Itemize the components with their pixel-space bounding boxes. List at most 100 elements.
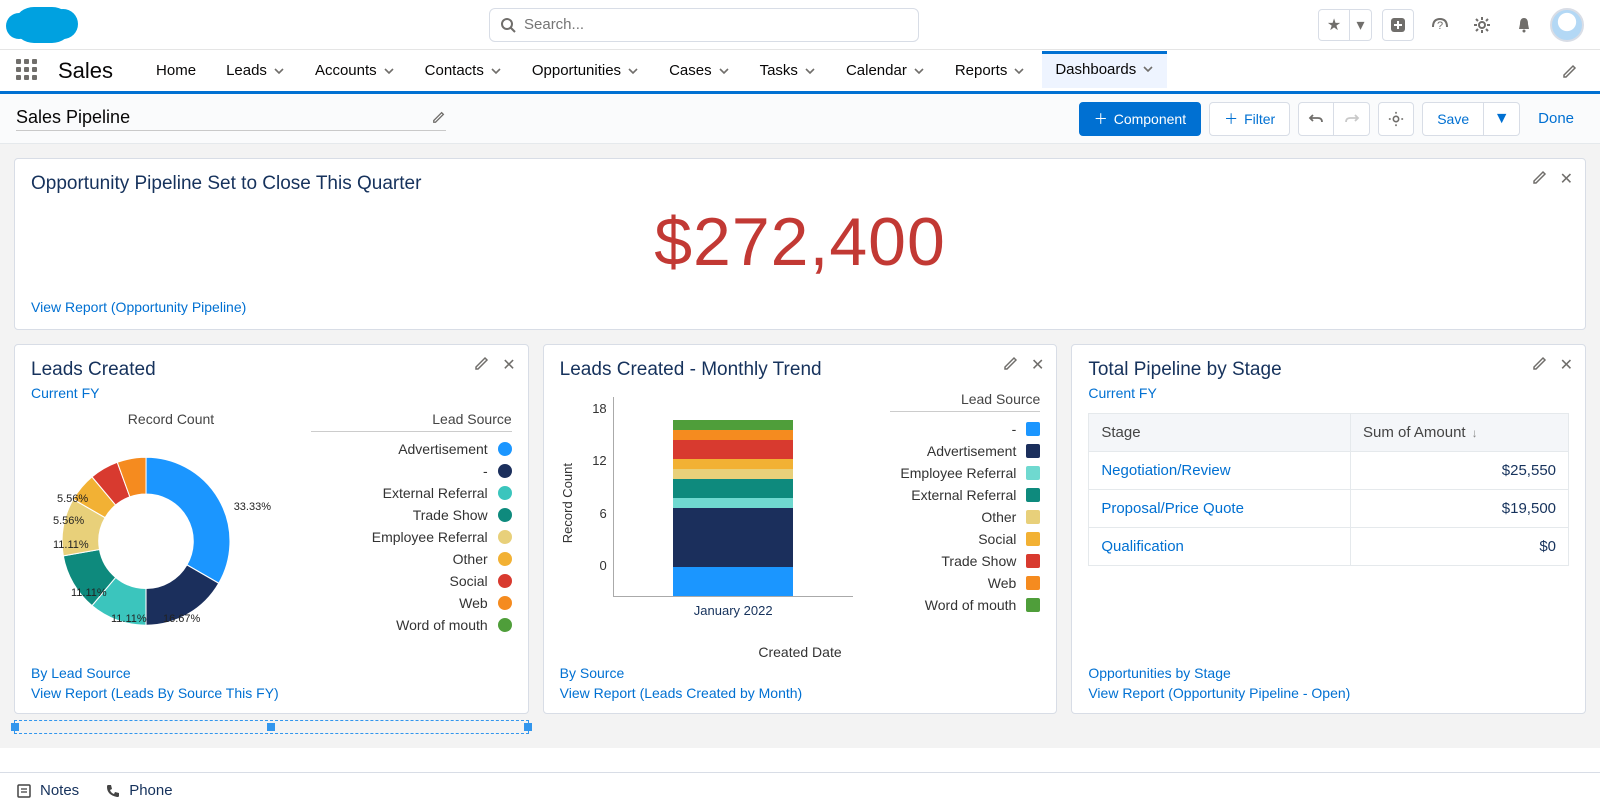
bar-segment bbox=[673, 459, 793, 469]
nav-item-leads[interactable]: Leads bbox=[213, 52, 298, 89]
card-footer-link[interactable]: By Lead Source bbox=[31, 665, 279, 681]
legend-item[interactable]: Social bbox=[311, 570, 512, 592]
legend-item[interactable]: External Referral bbox=[311, 482, 512, 504]
bar-card[interactable]: ✕ Leads Created - Monthly Trend Record C… bbox=[543, 344, 1058, 714]
utility-phone[interactable]: Phone bbox=[105, 782, 172, 799]
global-search[interactable] bbox=[489, 8, 919, 42]
table-card[interactable]: ✕ Total Pipeline by Stage Current FY Sta… bbox=[1071, 344, 1586, 714]
legend-item[interactable]: Trade Show bbox=[890, 550, 1040, 572]
chevron-down-icon[interactable] bbox=[804, 65, 816, 77]
edit-title-icon[interactable] bbox=[432, 110, 446, 124]
dashboard-toolbar: Sales Pipeline ＋Component ＋Filter Save ▼… bbox=[0, 94, 1600, 144]
table-row[interactable]: Proposal/Price Quote$19,500 bbox=[1089, 490, 1569, 528]
add-filter-button[interactable]: ＋Filter bbox=[1209, 102, 1290, 136]
nav-item-opportunities[interactable]: Opportunities bbox=[519, 52, 652, 89]
nav-item-dashboards[interactable]: Dashboards bbox=[1042, 51, 1167, 88]
edit-component-icon[interactable] bbox=[474, 355, 490, 375]
search-input[interactable] bbox=[524, 16, 908, 33]
stage-cell[interactable]: Negotiation/Review bbox=[1089, 452, 1351, 490]
stage-cell[interactable]: Qualification bbox=[1089, 528, 1351, 566]
resize-handle[interactable] bbox=[524, 723, 532, 731]
chevron-down-icon[interactable] bbox=[273, 65, 285, 77]
view-report-link[interactable]: View Report (Opportunity Pipeline) bbox=[31, 299, 1569, 315]
help-icon[interactable]: ? bbox=[1424, 9, 1456, 41]
chevron-down-icon[interactable] bbox=[490, 65, 502, 77]
legend-item[interactable]: Advertisement bbox=[311, 438, 512, 460]
legend-item[interactable]: Web bbox=[890, 572, 1040, 594]
nav-item-cases[interactable]: Cases bbox=[656, 52, 743, 89]
metric-card[interactable]: ✕ Opportunity Pipeline Set to Close This… bbox=[14, 158, 1586, 330]
app-launcher-icon[interactable] bbox=[16, 59, 40, 83]
nav-item-contacts[interactable]: Contacts bbox=[412, 52, 515, 89]
edit-component-icon[interactable] bbox=[1003, 355, 1019, 375]
notifications-bell-icon[interactable] bbox=[1508, 9, 1540, 41]
app-nav-bar: Sales HomeLeadsAccountsContactsOpportuni… bbox=[0, 50, 1600, 94]
chevron-down-icon[interactable] bbox=[627, 65, 639, 77]
add-component-button[interactable]: ＋Component bbox=[1079, 102, 1201, 136]
chevron-down-icon[interactable] bbox=[1142, 63, 1154, 75]
edit-nav-icon[interactable] bbox=[1556, 57, 1584, 85]
setup-gear-icon[interactable] bbox=[1466, 9, 1498, 41]
legend-item[interactable]: Other bbox=[311, 548, 512, 570]
nav-item-home[interactable]: Home bbox=[143, 52, 209, 89]
legend-item[interactable]: Word of mouth bbox=[890, 594, 1040, 616]
edit-component-icon[interactable] bbox=[1532, 355, 1548, 375]
chevron-down-icon[interactable] bbox=[913, 65, 925, 77]
undo-button[interactable] bbox=[1298, 102, 1334, 136]
save-button[interactable]: Save bbox=[1422, 102, 1484, 136]
save-menu-button[interactable]: ▼ bbox=[1484, 102, 1520, 136]
edit-component-icon[interactable] bbox=[1532, 169, 1548, 189]
resize-handle[interactable] bbox=[267, 723, 275, 731]
legend-label: Word of mouth bbox=[925, 597, 1017, 613]
legend-item[interactable]: Social bbox=[890, 528, 1040, 550]
legend-item[interactable]: Web bbox=[311, 592, 512, 614]
utility-notes[interactable]: Notes bbox=[16, 782, 79, 799]
redo-button[interactable] bbox=[1334, 102, 1370, 136]
card-footer-link[interactable]: Opportunities by Stage bbox=[1088, 665, 1350, 681]
delete-component-icon[interactable]: ✕ bbox=[1560, 355, 1573, 375]
card-footer-link[interactable]: By Source bbox=[560, 665, 803, 681]
legend-item[interactable]: Employee Referral bbox=[890, 462, 1040, 484]
nav-item-accounts[interactable]: Accounts bbox=[302, 52, 408, 89]
delete-component-icon[interactable]: ✕ bbox=[1560, 169, 1573, 189]
nav-item-reports[interactable]: Reports bbox=[942, 52, 1039, 89]
legend-item[interactable]: Advertisement bbox=[890, 440, 1040, 462]
legend-item[interactable]: - bbox=[311, 460, 512, 482]
legend-item[interactable]: Word of mouth bbox=[311, 614, 512, 636]
legend-item[interactable]: - bbox=[890, 418, 1040, 440]
user-avatar[interactable] bbox=[1550, 8, 1584, 42]
legend-item[interactable]: Other bbox=[890, 506, 1040, 528]
resize-handle[interactable] bbox=[11, 723, 19, 731]
nav-item-calendar[interactable]: Calendar bbox=[833, 52, 938, 89]
view-report-link[interactable]: View Report (Opportunity Pipeline - Open… bbox=[1088, 685, 1350, 701]
add-filter-label: Filter bbox=[1244, 111, 1275, 127]
legend-label: - bbox=[1012, 421, 1017, 437]
utility-bar: Notes Phone bbox=[0, 772, 1600, 808]
selection-frame[interactable] bbox=[14, 720, 529, 734]
view-report-link[interactable]: View Report (Leads By Source This FY) bbox=[31, 685, 279, 701]
delete-component-icon[interactable]: ✕ bbox=[1031, 355, 1044, 375]
delete-component-icon[interactable]: ✕ bbox=[502, 355, 515, 375]
done-button[interactable]: Done bbox=[1528, 110, 1584, 127]
table-row[interactable]: Qualification$0 bbox=[1089, 528, 1569, 566]
favorites-menu-icon[interactable]: ▾ bbox=[1350, 9, 1372, 41]
favorites-star-icon[interactable]: ★ bbox=[1318, 9, 1350, 41]
table-header-stage[interactable]: Stage bbox=[1089, 414, 1351, 452]
nav-item-tasks[interactable]: Tasks bbox=[747, 52, 829, 89]
table-header-amount[interactable]: Sum of Amount↓ bbox=[1351, 414, 1569, 452]
chevron-down-icon[interactable] bbox=[383, 65, 395, 77]
legend-label: External Referral bbox=[911, 487, 1016, 503]
stage-cell[interactable]: Proposal/Price Quote bbox=[1089, 490, 1351, 528]
legend-item[interactable]: External Referral bbox=[890, 484, 1040, 506]
dashboard-settings-button[interactable] bbox=[1378, 102, 1414, 136]
dashboard-title[interactable]: Sales Pipeline bbox=[16, 107, 130, 128]
chevron-down-icon[interactable] bbox=[718, 65, 730, 77]
legend-swatch bbox=[498, 552, 512, 566]
add-icon[interactable] bbox=[1382, 9, 1414, 41]
donut-card[interactable]: ✕ Leads Created Current FY Record Count … bbox=[14, 344, 529, 714]
legend-item[interactable]: Employee Referral bbox=[311, 526, 512, 548]
view-report-link[interactable]: View Report (Leads Created by Month) bbox=[560, 685, 803, 701]
table-row[interactable]: Negotiation/Review$25,550 bbox=[1089, 452, 1569, 490]
chevron-down-icon[interactable] bbox=[1013, 65, 1025, 77]
legend-item[interactable]: Trade Show bbox=[311, 504, 512, 526]
